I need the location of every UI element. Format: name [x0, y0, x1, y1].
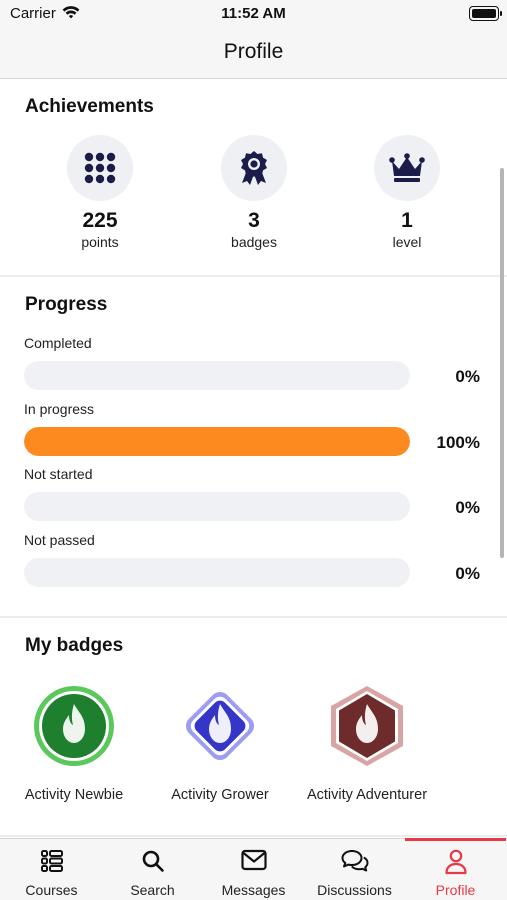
tab-discussions[interactable]: Discussions [304, 839, 405, 900]
progress-label: Not passed [24, 532, 95, 548]
achievement-icon-circle [67, 135, 133, 201]
achievement-label: level [392, 234, 422, 250]
badge-label: Activity Adventurer [306, 787, 428, 803]
achievement-label: points [81, 234, 119, 250]
achievement-points: 225 points [30, 135, 170, 250]
badge-activity-adventurer[interactable]: Activity Adventurer [292, 684, 442, 803]
progress-percent: 0% [455, 367, 480, 386]
progress-fill [24, 427, 410, 456]
flame-badge-icon [331, 686, 403, 766]
nav-header: Profile [0, 28, 507, 79]
badge-label: Activity Newbie [24, 787, 124, 803]
badge-label: Activity Grower [171, 787, 269, 803]
my-badges-title: My badges [25, 635, 124, 656]
tab-bar: Courses Search Messages Discussions Prof… [0, 838, 507, 900]
tab-label: Courses [25, 882, 78, 898]
badge-activity-newbie[interactable]: Activity Newbie [0, 684, 149, 803]
achievement-value: 1 [401, 209, 413, 232]
user-icon [444, 849, 467, 875]
grid-dots-icon [84, 152, 116, 184]
achievement-level: 1 level [337, 135, 477, 250]
achievement-badges: 3 badges [184, 135, 324, 250]
progress-section: Progress Completed 0% In progress 100% N… [0, 277, 507, 617]
flame-badge-icon [34, 686, 114, 766]
progress-label: Not started [24, 466, 93, 482]
achievements-section: Achievements 225 points 3 badges 1 level [0, 80, 507, 276]
tab-courses[interactable]: Courses [1, 839, 102, 900]
page-title: Profile [223, 40, 284, 63]
achievement-value: 225 [82, 209, 118, 232]
tab-label: Profile [435, 882, 476, 898]
clock-time: 11:52 AM [221, 5, 286, 22]
award-ribbon-icon [241, 151, 267, 185]
tab-label: Search [130, 882, 175, 898]
crown-icon [389, 153, 425, 182]
chat-bubbles-icon [341, 850, 368, 872]
achievement-icon-circle [221, 135, 287, 201]
progress-percent: 0% [455, 564, 480, 583]
progress-label: In progress [24, 401, 95, 417]
progress-bar-not-passed [24, 558, 410, 587]
achievement-icon-circle [374, 135, 440, 201]
progress-percent: 0% [455, 498, 480, 517]
my-badges-section: My badges Activity Newbie Activity Growe… [0, 618, 507, 838]
progress-bar-completed [24, 361, 410, 390]
progress-title: Progress [25, 294, 108, 315]
tab-profile[interactable]: Profile [405, 838, 506, 900]
flame-badge-icon [185, 691, 255, 761]
envelope-icon [240, 849, 267, 871]
progress-bar-in-progress [24, 427, 410, 456]
achievement-value: 3 [248, 209, 260, 232]
tab-messages[interactable]: Messages [203, 839, 304, 900]
badge-activity-grower[interactable]: Activity Grower [145, 684, 295, 803]
battery-icon [469, 6, 502, 21]
tab-label: Messages [221, 882, 286, 898]
search-icon [142, 850, 164, 872]
achievement-label: badges [231, 234, 277, 250]
progress-percent: 100% [436, 433, 480, 452]
achievements-title: Achievements [25, 96, 154, 117]
tab-label: Discussions [317, 882, 392, 898]
tab-search[interactable]: Search [102, 839, 203, 900]
courses-list-icon [40, 850, 63, 872]
progress-bar-not-started [24, 492, 410, 521]
progress-label: Completed [24, 335, 92, 351]
status-bar: Carrier 11:52 AM [0, 0, 507, 28]
active-tab-indicator [405, 838, 506, 841]
scrollbar[interactable] [500, 168, 504, 558]
profile-content[interactable]: Achievements 225 points 3 badges 1 level… [0, 80, 507, 838]
section-divider [0, 835, 507, 837]
